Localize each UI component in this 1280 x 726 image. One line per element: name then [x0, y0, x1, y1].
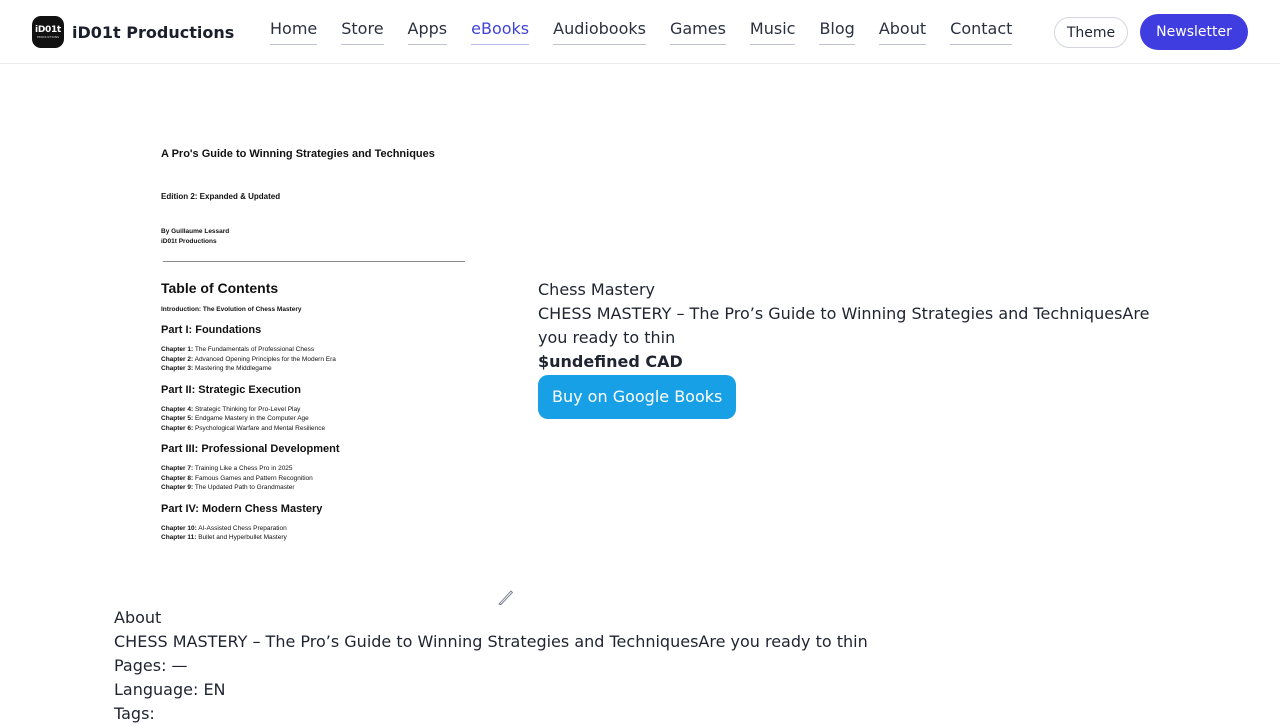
product-title: Chess Mastery [538, 280, 656, 299]
about-description: CHESS MASTERY – The Pro’s Guide to Winni… [114, 632, 868, 651]
toc-part-title: Part I: Foundations [161, 324, 262, 336]
toc-part: Part IV: Modern Chess Mastery Chapter 10:… [161, 503, 461, 543]
nav-link-store[interactable]: Store [341, 19, 384, 45]
nav-link-games[interactable]: Games [669, 19, 726, 45]
toc-chapter-number: Chapter 1: [161, 346, 194, 353]
toc-chapter-title: Endgame Mastery in the Computer Age [194, 415, 309, 422]
toc-chapter-title: AI-Assisted Chess Preparation [198, 524, 287, 532]
buy-google-books-button[interactable]: Buy on Google Books [538, 375, 737, 419]
cover-table-of-contents: Table of Contents Introduction: The Evol… [161, 280, 461, 553]
toc-introduction: Introduction: The Evolution of Chess Mas… [161, 306, 302, 313]
product-description: CHESS MASTERY – The Pro’s Guide to Winni… [538, 304, 1150, 347]
logo-text: iD01t [35, 24, 61, 35]
theme-toggle-button[interactable]: Theme [1054, 17, 1128, 48]
nav-link-blog[interactable]: Blog [819, 19, 855, 45]
toc-chapter-title: Mastering the Middlegame [194, 365, 272, 372]
book-cover-image: A Pro's Guide to Winning Strategies and … [147, 130, 477, 570]
about-pages: Pages: — [114, 656, 188, 675]
toc-part: Part I: Foundations Chapter 1: The Fundam… [161, 324, 461, 374]
toc-part-title: Part IV: Modern Chess Mastery [161, 502, 323, 515]
nav-link-music[interactable]: Music [749, 19, 796, 45]
toc-chapter-title: Bullet and Hyperbullet Mastery [198, 534, 287, 541]
nav-link-apps[interactable]: Apps [407, 19, 448, 45]
about-section: About CHESS MASTERY – The Pro’s Guide to… [114, 606, 1214, 726]
product-info: Chess Mastery CHESS MASTERY – The Pro’s … [538, 278, 1158, 419]
nav-link-home[interactable]: Home [270, 19, 318, 45]
toc-chapter-number: Chapter 5: [161, 415, 194, 422]
cover-byline: By Guillaume Lessard iD01t Productions [161, 227, 229, 247]
cover-title: A Pro's Guide to Winning Strategies and … [161, 148, 435, 160]
about-language: Language: EN [114, 680, 226, 699]
product-price: $undefined CAD [538, 352, 683, 371]
toc-heading: Table of Contents [161, 280, 279, 296]
main-nav: Home Store Apps eBooks Audiobooks Games Music B… [270, 19, 1036, 45]
toc-chapter: Chapter 10: AI-Assisted Chess Preparatio… [161, 524, 461, 534]
toc-chapter: Chapter 2: Advanced Opening Principles f… [161, 355, 461, 365]
toc-parts: Part I: Foundations Chapter 1: The Fundam… [161, 324, 461, 543]
toc-chapter-title: The Fundamentals of Professional Chess [194, 346, 315, 353]
cover-author: By Guillaume Lessard [161, 228, 230, 235]
toc-chapter-number: Chapter 9: [161, 484, 194, 491]
brand-link[interactable]: iD01t PRODUCTIONS iD01t Productions [32, 16, 234, 48]
toc-chapter: Chapter 1: The Fundamentals of Professio… [161, 345, 461, 355]
toc-chapter: Chapter 7: Training Like a Chess Pro in … [161, 464, 461, 474]
toc-part: Part III: Professional Development Chapte… [161, 443, 461, 493]
toc-chapter-title: Strategic Thinking for Pro-Level Play [194, 405, 301, 413]
toc-chapter-number: Chapter 11: [161, 534, 197, 541]
site-header: iD01t PRODUCTIONS iD01t Productions Home… [0, 0, 1280, 64]
toc-chapter: Chapter 8: Famous Games and Pattern Reco… [161, 474, 461, 484]
pen-cursor-icon [498, 590, 514, 605]
brand-name: iD01t Productions [72, 22, 235, 42]
newsletter-button[interactable]: Newsletter [1140, 14, 1248, 50]
cover-divider [163, 261, 465, 262]
about-tags: Tags: [114, 704, 155, 723]
toc-chapter-number: Chapter 2: [161, 355, 194, 363]
cover-publisher: iD01t Productions [161, 238, 217, 245]
toc-chapter-title: Advanced Opening Principles for the Mode… [194, 355, 336, 363]
toc-chapter-number: Chapter 3: [161, 365, 194, 372]
logo-subtext: PRODUCTIONS [36, 34, 60, 39]
nav-link-ebooks[interactable]: eBooks [471, 19, 530, 45]
toc-part-title: Part III: Professional Development [161, 443, 340, 455]
toc-chapter-number: Chapter 7: [161, 465, 194, 472]
toc-chapter: Chapter 9: The Updated Path to Grandmast… [161, 483, 461, 493]
toc-chapter: Chapter 3: Mastering the Middlegame [161, 364, 461, 374]
nav-link-contact[interactable]: Contact [950, 19, 1013, 45]
toc-chapter: Chapter 11: Bullet and Hyperbullet Maste… [161, 533, 461, 543]
toc-chapter-number: Chapter 10: [161, 524, 197, 532]
about-heading: About [114, 608, 162, 627]
nav-link-audiobooks[interactable]: Audiobooks [553, 19, 646, 45]
toc-chapter-title: Psychological Warfare and Mental Resilie… [194, 424, 326, 432]
toc-chapter-title: The Updated Path to Grandmaster [194, 484, 295, 491]
toc-chapter-number: Chapter 4: [161, 405, 194, 413]
toc-part-title: Part II: Strategic Execution [161, 383, 301, 396]
toc-chapter-number: Chapter 6: [161, 424, 194, 432]
cover-edition: Edition 2: Expanded & Updated [161, 192, 281, 201]
toc-chapter: Chapter 6: Psychological Warfare and Men… [161, 424, 461, 434]
toc-part: Part II: Strategic Execution Chapter 4: S… [161, 384, 461, 434]
toc-chapter-title: Training Like a Chess Pro in 2025 [194, 465, 293, 472]
toc-chapter-title: Famous Games and Pattern Recognition [194, 474, 313, 482]
toc-chapter-number: Chapter 8: [161, 474, 194, 482]
toc-chapter: Chapter 5: Endgame Mastery in the Comput… [161, 414, 461, 424]
brand-logo: iD01t PRODUCTIONS [32, 16, 64, 48]
toc-chapter: Chapter 4: Strategic Thinking for Pro-Le… [161, 405, 461, 415]
nav-link-about[interactable]: About [878, 19, 927, 45]
